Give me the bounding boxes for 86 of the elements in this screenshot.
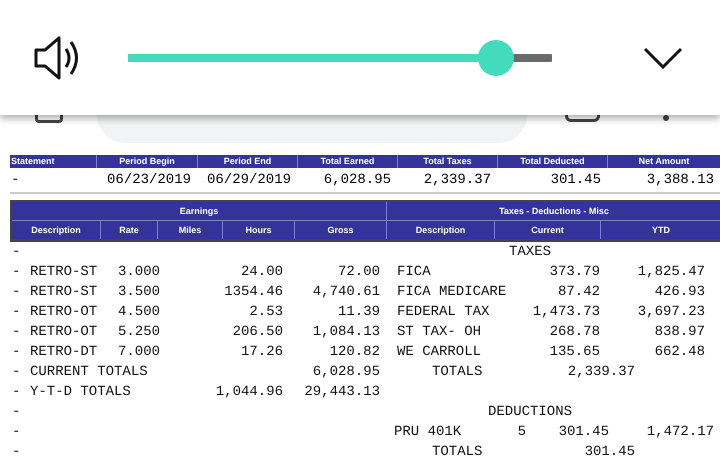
row-marker: - (11, 444, 22, 459)
table-cell-text: 3,388.13 (646, 172, 715, 188)
tax-current: 135.65 (548, 344, 600, 360)
tax-description: FEDERAL TAX (397, 304, 490, 320)
volume-slider[interactable] (128, 40, 552, 76)
tax-ytd: 838.97 (654, 324, 705, 340)
earnings-gross: 29,443.13 (303, 384, 380, 400)
row-marker: - (11, 404, 22, 420)
earnings-hours: 1,044.96 (214, 384, 283, 400)
column-header: Total Taxes (397, 155, 497, 168)
tax-ytd: 3,697.23 (636, 304, 705, 320)
deduction-ytd: 1,472.17 (646, 424, 714, 440)
slider-thumb[interactable] (478, 40, 514, 76)
tax-current: 373.79 (548, 264, 600, 280)
earnings-description: RETRO-OT (30, 324, 98, 340)
column-header: Net Amount (607, 155, 720, 168)
earnings-gross: 72.00 (336, 264, 380, 280)
tax-description: FICA MEDICARE (397, 284, 508, 300)
tax-current: 1,473.73 (532, 304, 600, 320)
section-heading: TAXES (508, 244, 552, 260)
totals-current: 301.45 (584, 444, 635, 459)
earnings-rate: 4.500 (118, 304, 162, 320)
earnings-rate: 7.000 (118, 344, 162, 360)
row-marker: - (11, 424, 22, 440)
column-header: Statement (10, 155, 56, 168)
earnings-description: RETRO-ST (30, 264, 98, 280)
earnings-description: RETRO-DT (30, 344, 98, 360)
earnings-hours: 17.26 (240, 344, 283, 360)
totals-label: TOTALS (432, 364, 484, 380)
section-heading: DEDUCTIONS (486, 404, 573, 420)
row-marker: - (11, 384, 22, 400)
tax-ytd: 426.93 (654, 284, 705, 300)
column-header: Gross (294, 221, 386, 239)
tax-description: FICA (397, 264, 432, 280)
column-header: Miles (157, 221, 222, 239)
tax-current: 268.78 (548, 324, 600, 340)
row-marker: - (11, 344, 22, 360)
totals-label: TOTALS (432, 444, 484, 459)
tax-ytd: 1,825.47 (636, 264, 705, 280)
tax-description: WE CARROLL (397, 344, 482, 360)
earnings-hours: 24.00 (240, 264, 283, 280)
earnings-description: Y-T-D TOTALS (30, 384, 132, 400)
column-header: Total Deducted (497, 155, 607, 168)
deduction-current: 301.45 (558, 424, 609, 440)
tax-description: ST TAX- OH (397, 324, 482, 340)
table-cell-text: 301.45 (550, 172, 602, 188)
chevron-down-icon[interactable] (643, 46, 683, 68)
earnings-rate: 3.500 (118, 284, 162, 300)
column-header: Description (30, 224, 82, 237)
earnings-gross: 4,740.61 (312, 284, 380, 300)
deduction-code: 5 (516, 424, 526, 440)
deduction-description: PRU 401K (394, 424, 462, 440)
earnings-hours: 1354.46 (223, 284, 283, 300)
earnings-rate: 3.000 (118, 264, 162, 280)
row-marker: - (11, 364, 22, 380)
column-header: YTD (600, 221, 720, 239)
column-header: Hours (222, 221, 294, 239)
row-marker: - (11, 304, 22, 320)
earnings-gross: 120.82 (328, 344, 380, 360)
table-cell-text: 2,339.37 (422, 172, 492, 188)
column-header: Period End (197, 155, 297, 168)
table-cell-text: 06/29/2019 (206, 172, 292, 188)
earnings-gross: 6,028.95 (312, 364, 380, 380)
table-cell-text: - (10, 172, 20, 188)
column-header: Period Begin (96, 155, 197, 168)
column-header: Current (494, 221, 600, 239)
tax-ytd: 662.48 (654, 344, 705, 360)
earnings-rate: 5.250 (118, 324, 162, 340)
row-marker: - (11, 324, 22, 340)
earnings-gross: 1,084.13 (312, 324, 380, 340)
row-marker: - (11, 284, 22, 300)
earnings-hours: 206.50 (232, 324, 283, 340)
totals-current: 2,339.37 (566, 364, 635, 380)
table-cell-text: 06/23/2019 (106, 172, 192, 188)
column-header: Total Earned (297, 155, 397, 168)
earnings-description: RETRO-ST (30, 284, 98, 300)
earnings-gross: 11.39 (336, 304, 380, 320)
earnings-description: RETRO-OT (30, 304, 98, 320)
row-marker: - (11, 264, 22, 280)
earnings-description: CURRENT TOTALS (30, 364, 149, 380)
row-marker: - (11, 244, 22, 260)
tax-current: 87.42 (556, 284, 600, 300)
table-cell-text: 6,028.95 (322, 172, 392, 188)
earnings-hours: 2.53 (248, 304, 283, 320)
column-header: Rate (100, 221, 157, 239)
column-header: Description (414, 224, 466, 237)
